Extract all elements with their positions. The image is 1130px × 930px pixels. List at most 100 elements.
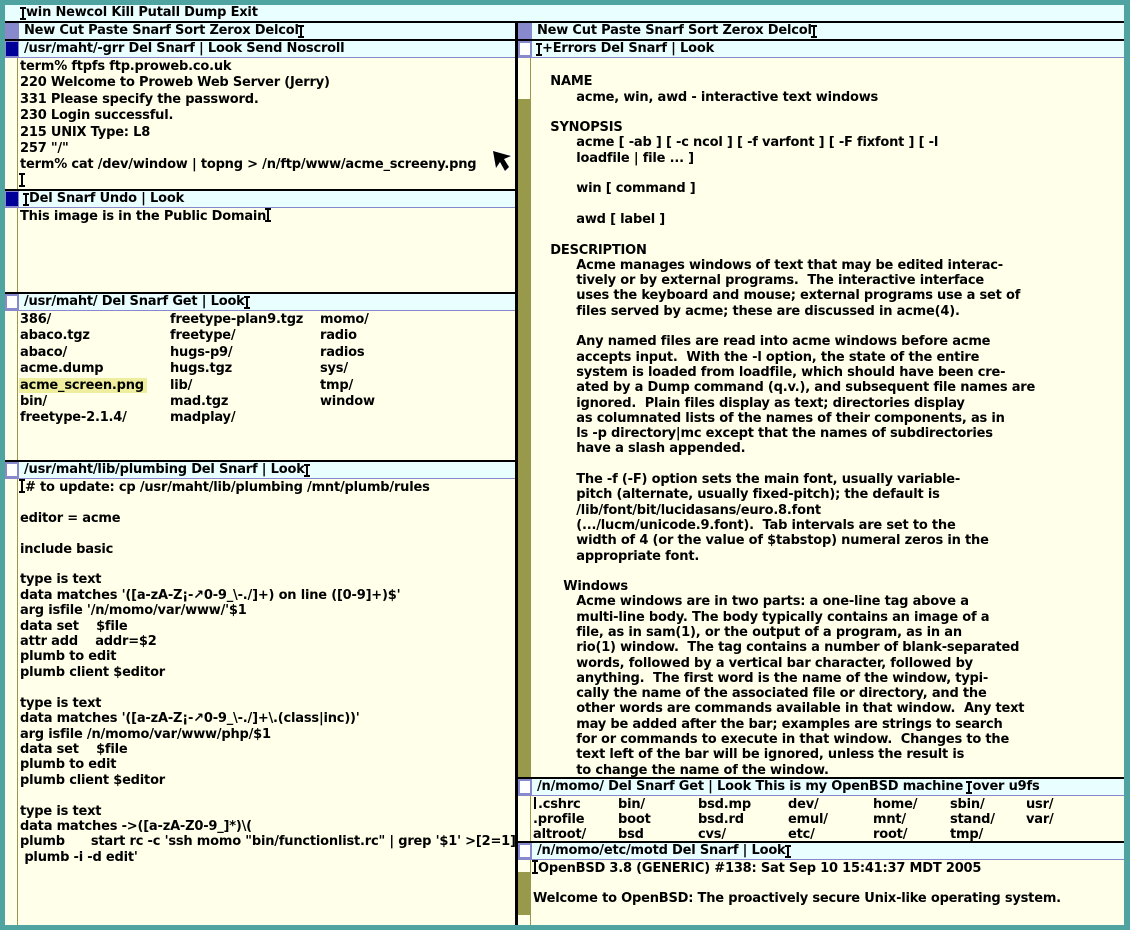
- clean-indicator-icon[interactable]: [5, 294, 19, 310]
- text-line[interactable]: [533, 457, 1124, 472]
- text-line[interactable]: [20, 557, 515, 572]
- file-item[interactable]: abaco.tgz: [20, 328, 170, 344]
- window-tag-text[interactable]: Del Snarf Undo | Look: [29, 191, 184, 207]
- file-item[interactable]: root/: [873, 827, 950, 841]
- clean-indicator-icon[interactable]: [518, 779, 532, 795]
- text-line[interactable]: ls -p directory|mc except that the names…: [533, 426, 1124, 441]
- text-line[interactable]: cally the name of the associated file or…: [533, 686, 1124, 701]
- window-tag-text[interactable]: /usr/maht/lib/plumbing Del Snarf | Look: [24, 462, 305, 478]
- manpage-text[interactable]: NAME acme, win, awd - interactive text w…: [531, 58, 1124, 777]
- main-tag-commands[interactable]: win Newcol Kill Putall Dump Exit: [26, 5, 258, 21]
- file-item[interactable]: abaco/: [20, 345, 170, 361]
- text-line[interactable]: arg isfile /n/momo/var/www/php/$1: [20, 727, 515, 742]
- file-item[interactable]: acme_screen.png: [20, 378, 170, 394]
- window-tag[interactable]: /usr/maht/lib/plumbing Del Snarf | Look: [5, 462, 515, 478]
- window-tag-text[interactable]: /n/momo/etc/motd Del Snarf | Look: [537, 843, 786, 859]
- text-line[interactable]: files served by acme; these are discusse…: [533, 304, 1124, 319]
- scrollbar[interactable]: [518, 860, 531, 925]
- scrollbar[interactable]: [5, 208, 18, 292]
- selected-file-item[interactable]: acme_screen.png: [19, 378, 147, 393]
- text-line[interactable]: [533, 876, 1124, 891]
- scrollbar[interactable]: [518, 796, 531, 841]
- text-line[interactable]: type is text: [20, 572, 515, 587]
- text-line[interactable]: data set $file: [20, 742, 515, 757]
- file-item[interactable]: usr/: [1026, 797, 1086, 812]
- file-item[interactable]: bsd.mp: [698, 797, 788, 812]
- file-item[interactable]: mnt/: [873, 812, 950, 827]
- file-item[interactable]: hugs.tgz: [170, 361, 320, 377]
- file-item[interactable]: freetype/: [170, 328, 320, 344]
- column-layout-box-icon[interactable]: [5, 23, 19, 39]
- text-line[interactable]: [533, 166, 1124, 181]
- file-item[interactable]: bsd.rd: [698, 812, 788, 827]
- text-line[interactable]: term% ftpfs ftp.proweb.co.uk: [20, 59, 515, 75]
- file-item[interactable]: lib/: [170, 378, 320, 394]
- file-item[interactable]: momo/: [320, 312, 470, 328]
- file-item[interactable]: home/: [873, 797, 950, 812]
- text-line[interactable]: file, as in sam(1), or the output of a p…: [533, 625, 1124, 640]
- text-line[interactable]: pitch (alternate, usually fixed-pitch); …: [533, 487, 1124, 502]
- column-tag-commands[interactable]: New Cut Paste Snarf Sort Zerox Delcol: [24, 23, 299, 39]
- file-item[interactable]: boot: [618, 812, 698, 827]
- main-tag-bar[interactable]: win Newcol Kill Putall Dump Exit: [5, 5, 1124, 21]
- text-line[interactable]: Any named files are read into acme windo…: [533, 334, 1124, 349]
- window-tag-text[interactable]: /usr/maht/-grr Del Snarf | Look Send Nos…: [24, 41, 344, 57]
- text-line[interactable]: 331 Please specify the password.: [20, 92, 515, 108]
- text-line[interactable]: plumb client $editor: [20, 773, 515, 788]
- file-item[interactable]: madplay/: [170, 410, 320, 426]
- text-line[interactable]: data matches '([a-zA-Z¡-↗0-9_\-./]+\.(cl…: [20, 711, 515, 726]
- text-line[interactable]: have a slash appended.: [533, 441, 1124, 456]
- text-line[interactable]: [20, 526, 515, 541]
- text-line[interactable]: type is text: [20, 804, 515, 819]
- file-item[interactable]: 386/: [20, 312, 170, 328]
- file-item[interactable]: acme.dump: [20, 361, 170, 377]
- text-line[interactable]: win [ command ]: [533, 181, 1124, 196]
- directory-listing[interactable]: .cshrcbin/bsd.mpdev/home/sbin/usr/.profi…: [531, 796, 1124, 841]
- text-line[interactable]: rio(1) window. The tag contains a number…: [533, 640, 1124, 655]
- text-line[interactable]: Welcome to OpenBSD: The proactively secu…: [533, 891, 1124, 906]
- text-line[interactable]: awd [ label ]: [533, 212, 1124, 227]
- text-line[interactable]: Windows: [533, 579, 1124, 594]
- text-line[interactable]: plumb client $editor: [20, 665, 515, 680]
- text-line[interactable]: (.../lucm/unicode.9.font). Tab intervals…: [533, 518, 1124, 533]
- scrollbar-trough[interactable]: [518, 872, 531, 915]
- text-line[interactable]: to change the name of the window.: [533, 763, 1124, 777]
- note-text[interactable]: This image is in the Public Domain: [18, 208, 515, 292]
- scrollbar-trough[interactable]: [518, 99, 531, 777]
- left-column-tag[interactable]: New Cut Paste Snarf Sort Zerox Delcol: [5, 23, 515, 39]
- window-tag[interactable]: +Errors Del Snarf | Look: [518, 41, 1124, 57]
- scrollbar[interactable]: [5, 311, 18, 460]
- dirty-indicator-icon[interactable]: [5, 41, 19, 57]
- text-line[interactable]: acme [ -ab ] [ -c ncol ] [ -f varfont ] …: [533, 135, 1124, 150]
- right-column-tag[interactable]: New Cut Paste Snarf Sort Zerox Delcol: [518, 23, 1124, 39]
- window-tag[interactable]: /usr/maht/ Del Snarf Get | Look: [5, 294, 515, 310]
- text-line[interactable]: [20, 174, 515, 189]
- text-line[interactable]: [533, 59, 1124, 74]
- text-line[interactable]: SYNOPSIS: [533, 120, 1124, 135]
- terminal-output-text[interactable]: term% ftpfs ftp.proweb.co.uk220 Welcome …: [18, 58, 515, 189]
- text-line[interactable]: loadfile | file ... ]: [533, 151, 1124, 166]
- text-line[interactable]: data matches ->([a-zA-Z0-9_]*)\(: [20, 819, 515, 834]
- text-line[interactable]: [533, 319, 1124, 334]
- text-line[interactable]: editor = acme: [20, 511, 515, 526]
- text-line[interactable]: accepts input. With the -l option, the s…: [533, 350, 1124, 365]
- column-layout-box-icon[interactable]: [518, 23, 532, 39]
- text-line[interactable]: uses the keyboard and mouse; external pr…: [533, 288, 1124, 303]
- text-line[interactable]: arg isfile '/n/momo/var/www/'$1: [20, 603, 515, 618]
- text-line[interactable]: as columnated lists of the names of thei…: [533, 411, 1124, 426]
- text-line[interactable]: [20, 680, 515, 695]
- file-item[interactable]: tmp/: [320, 378, 470, 394]
- text-line[interactable]: [20, 495, 515, 510]
- text-line[interactable]: width of 4 (or the value of $tabstop) nu…: [533, 533, 1124, 548]
- text-line[interactable]: appropriate font.: [533, 549, 1124, 564]
- text-line[interactable]: 215 UNIX Type: L8: [20, 125, 515, 141]
- window-tag[interactable]: /n/momo/ Del Snarf Get | Look This is my…: [518, 779, 1124, 795]
- window-tag[interactable]: Del Snarf Undo | Look: [5, 191, 515, 207]
- file-item[interactable]: stand/: [950, 812, 1026, 827]
- text-line[interactable]: [533, 105, 1124, 120]
- text-line[interactable]: system is loaded from loadfile, which sh…: [533, 365, 1124, 380]
- text-line[interactable]: DESCRIPTION: [533, 243, 1124, 258]
- file-item[interactable]: bsd: [618, 827, 698, 841]
- text-line[interactable]: may be added after the bar; examples are…: [533, 717, 1124, 732]
- text-line[interactable]: other words are commands available in th…: [533, 701, 1124, 716]
